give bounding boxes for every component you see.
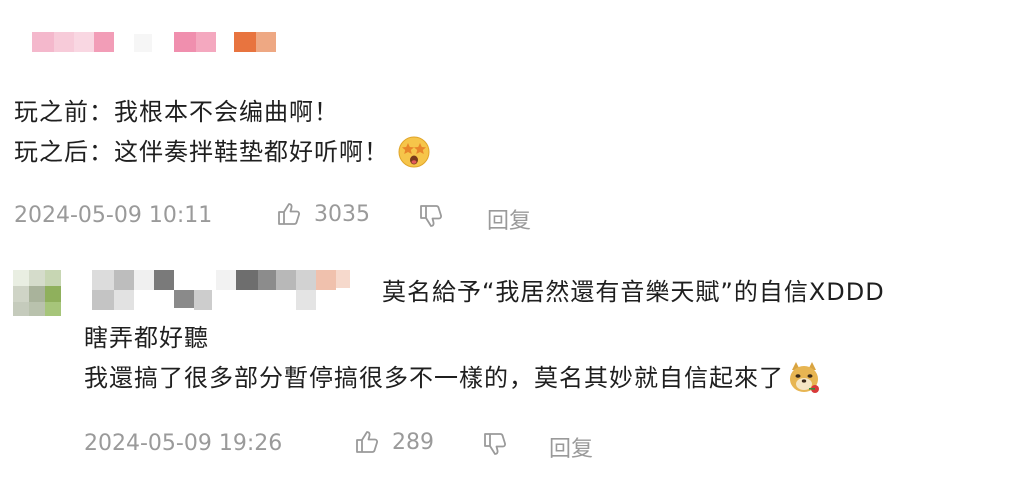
star-eyes-emoji [397,135,431,169]
comment-line: 莫名給予“我居然還有音樂天賦”的自信XDDD [382,278,885,306]
thumbs-up-icon [354,429,380,455]
reply-button[interactable]: 回复 [549,431,593,463]
doge-rose-emoji [786,360,822,396]
comment-line-text: 玩之后：这伴奏拌鞋垫都好听啊！ [14,138,389,166]
comment-line: 瞎弄都好聽 [84,324,209,352]
comment-1: 玩之前：我根本不会编曲啊！ 玩之后：这伴奏拌鞋垫都好听啊！ [14,92,994,172]
reply-button[interactable]: 回复 [487,203,531,235]
comment-line: 玩之前：我根本不会编曲啊！ [14,98,339,126]
like-button[interactable]: 3035 [276,201,370,227]
thumbs-down-icon [482,431,508,457]
like-count: 289 [392,429,434,455]
avatar[interactable] [13,270,61,316]
dislike-button[interactable] [482,431,508,457]
thumbs-up-icon [276,201,302,227]
comment-timestamp: 2024-05-09 19:26 [84,431,283,456]
comment-line: 我還搞了很多部分暫停搞很多不一樣的，莫名其妙就自信起來了 [84,358,1000,398]
like-count: 3035 [314,201,370,227]
comment-timestamp: 2024-05-09 10:11 [14,203,213,228]
thumbs-down-icon [418,203,444,229]
comment-line: 玩之后：这伴奏拌鞋垫都好听啊！ [14,132,994,172]
comment-2: 莫名給予“我居然還有音樂天賦”的自信XDDD 瞎弄都好聽 我還搞了很多部分暫停搞… [80,272,1000,398]
blurred-username[interactable] [32,32,282,54]
like-button[interactable]: 289 [354,429,434,455]
dislike-button[interactable] [418,203,444,229]
comment-line-text: 我還搞了很多部分暫停搞很多不一樣的，莫名其妙就自信起來了 [84,364,784,392]
